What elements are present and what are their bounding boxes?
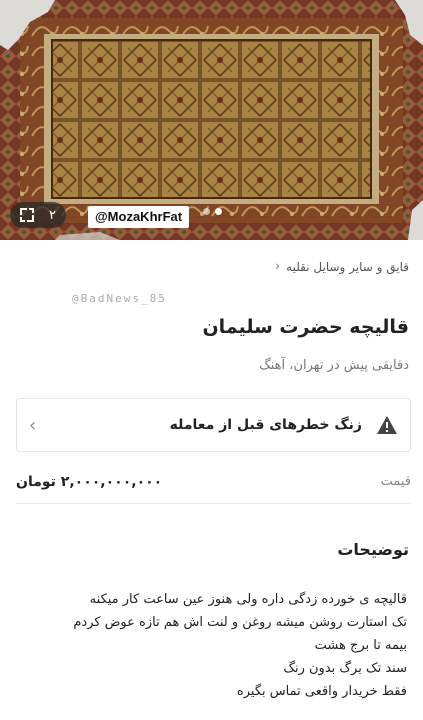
breadcrumb-label[interactable]: قایق و سایر وسایل نقلیه <box>286 260 409 274</box>
description-title: توضیحات <box>337 540 409 559</box>
image-watermark: @MozaKhrFat <box>88 206 190 228</box>
listing-image[interactable]: ۲ @MozaKhrFat <box>0 0 423 240</box>
image-counter[interactable]: ۲ <box>10 202 66 228</box>
description-text: قالیچه ی خورده زدگی داره ولی هنوز عین سا… <box>12 588 407 703</box>
description-line: فقط خریدار واقعی تماس بگیره <box>236 684 407 699</box>
overlay-watermark: @BadNews_85 <box>72 292 167 305</box>
description-line: سند تک برگ بدون رنگ <box>283 661 407 676</box>
carpet-photo <box>0 0 423 240</box>
carousel-dot-active[interactable] <box>215 208 222 215</box>
description-line: تک استارت روشن میشه روغن و لنت اش هم تاز… <box>73 615 407 630</box>
image-count: ۲ <box>49 207 56 223</box>
listing-subtitle: دقایقی پیش در تهران، آهنگ <box>259 358 409 373</box>
price-row: قیمت ۲,۰۰۰,۰۰۰,۰۰۰ تومان <box>16 460 411 504</box>
expand-icon <box>20 208 34 222</box>
warning-row[interactable]: زنگ خطرهای قبل از معامله ‹ <box>16 398 411 452</box>
breadcrumb[interactable]: قایق و سایر وسایل نقلیه ‹ <box>275 259 409 274</box>
warning-label: زنگ خطرهای قبل از معامله <box>169 417 362 433</box>
chevron-left-icon: ‹ <box>274 259 281 274</box>
chevron-left-icon: ‹ <box>29 414 37 436</box>
price-label: قیمت <box>380 474 411 489</box>
price-value: ۲,۰۰۰,۰۰۰,۰۰۰ تومان <box>16 473 163 490</box>
carousel-dot[interactable] <box>203 208 210 215</box>
description-line: بیمه تا برج هشت <box>314 638 407 653</box>
carousel-dots[interactable] <box>203 208 222 215</box>
description-line: قالیچه ی خورده زدگی داره ولی هنوز عین سا… <box>89 592 407 607</box>
warning-icon <box>376 415 398 435</box>
listing-title: قالیچه حضرت سلیمان <box>202 316 409 338</box>
